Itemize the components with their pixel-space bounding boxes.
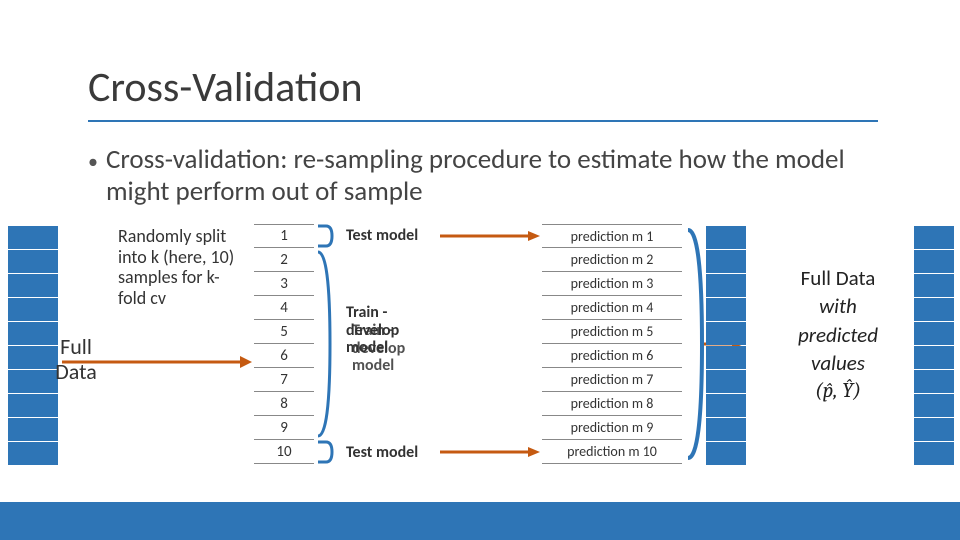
data-tile [706, 226, 746, 249]
data-tile [8, 394, 58, 417]
list-item: 4 [254, 296, 314, 320]
result-line4: values [748, 349, 928, 377]
test-label-top: Test model [346, 227, 418, 245]
data-tile [914, 442, 954, 465]
bracket-top-icon [316, 224, 336, 248]
data-tile [914, 226, 954, 249]
body-text: • Cross-validation: re-sampling procedur… [88, 144, 878, 209]
result-line2: with [748, 292, 928, 320]
data-tile [914, 418, 954, 441]
list-item: prediction m 5 [542, 320, 682, 344]
data-tile [706, 370, 746, 393]
bullet-item: • Cross-validation: re-sampling procedur… [88, 144, 878, 209]
data-tile [706, 298, 746, 321]
list-item: prediction m 7 [542, 368, 682, 392]
data-tile [706, 418, 746, 441]
bracket-middle-icon [316, 248, 336, 440]
data-tile [706, 394, 746, 417]
list-item: prediction m 6 [542, 344, 682, 368]
list-item: prediction m 10 [542, 440, 682, 464]
fold-number-list: 1 2 3 4 5 6 7 8 9 10 [254, 224, 314, 464]
random-split-caption: Randomly split into k (here, 10) samples… [118, 226, 238, 309]
data-tile [706, 274, 746, 297]
data-tile [8, 298, 58, 321]
result-caption: Full Data with predicted values (p̂, Ŷ) [748, 264, 928, 406]
slide-title: Cross-Validation [88, 62, 363, 113]
list-item: 1 [254, 224, 314, 248]
list-item: 2 [254, 248, 314, 272]
data-tile [8, 250, 58, 273]
result-line1: Full Data [748, 264, 928, 292]
title-underline [88, 120, 878, 122]
list-item: prediction m 3 [542, 272, 682, 296]
data-tile [8, 418, 58, 441]
result-line3: predicted [748, 321, 928, 349]
data-tile [706, 442, 746, 465]
bullet-dot-icon: • [88, 144, 98, 174]
list-item: 9 [254, 416, 314, 440]
arrow-icon [440, 446, 540, 458]
list-item: 6 [254, 344, 314, 368]
slide: Cross-Validation • Cross-validation: re-… [0, 0, 960, 540]
data-tile [8, 226, 58, 249]
list-item: prediction m 8 [542, 392, 682, 416]
list-item: 10 [254, 440, 314, 464]
cv-diagram: Full Data Randomly split into k (here, 1… [0, 224, 960, 514]
list-item: 8 [254, 392, 314, 416]
bracket-bottom-icon [316, 440, 336, 464]
list-item: prediction m 9 [542, 416, 682, 440]
list-item: 5 [254, 320, 314, 344]
full-data-tiles-right-a [706, 226, 746, 465]
list-item: 7 [254, 368, 314, 392]
data-tile [8, 274, 58, 297]
bullet-text: Cross-validation: re-sampling procedure … [106, 144, 878, 209]
data-tile [8, 442, 58, 465]
test-label-bottom: Test model [346, 444, 418, 462]
arrow-icon [440, 230, 540, 242]
data-tile [706, 322, 746, 345]
prediction-list: prediction m 1 prediction m 2 prediction… [542, 224, 682, 464]
data-tile [706, 346, 746, 369]
arrow-right-icon [62, 354, 252, 370]
list-item: prediction m 4 [542, 296, 682, 320]
result-math: (p̂, Ŷ) [748, 377, 928, 405]
list-item: 3 [254, 272, 314, 296]
list-item: prediction m 1 [542, 224, 682, 248]
footer-bar [0, 502, 960, 540]
train-label-b: Train - develop model [352, 322, 442, 375]
list-item: prediction m 2 [542, 248, 682, 272]
data-tile [706, 250, 746, 273]
